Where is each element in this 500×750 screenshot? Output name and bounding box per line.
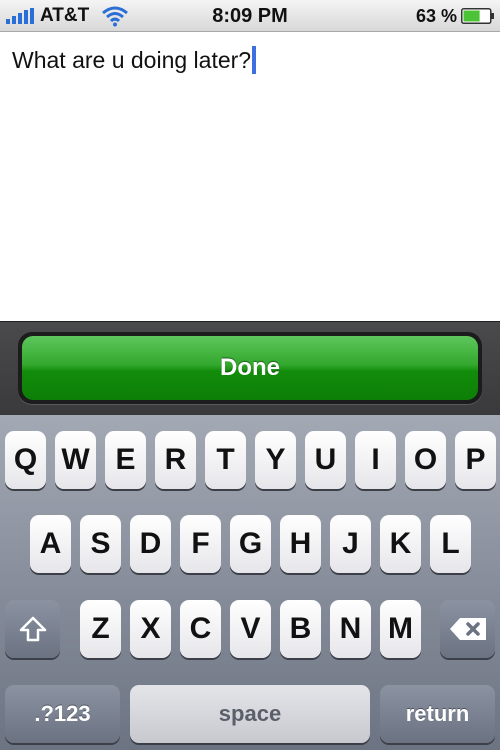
- key-a[interactable]: A: [30, 515, 71, 573]
- status-bar: AT&T 8:09 PM 63 %: [0, 0, 500, 32]
- key-i[interactable]: I: [355, 431, 396, 489]
- key-d[interactable]: D: [130, 515, 171, 573]
- key-f[interactable]: F: [180, 515, 221, 573]
- message-text-line: What are u doing later?: [12, 46, 257, 74]
- key-n[interactable]: N: [330, 600, 371, 658]
- return-key[interactable]: return: [380, 685, 495, 743]
- space-key[interactable]: space: [130, 685, 370, 743]
- key-j[interactable]: J: [330, 515, 371, 573]
- backspace-icon: [449, 618, 486, 640]
- key-m[interactable]: M: [380, 600, 421, 658]
- key-b[interactable]: B: [280, 600, 321, 658]
- key-y[interactable]: Y: [255, 431, 296, 489]
- key-l[interactable]: L: [430, 515, 471, 573]
- key-e[interactable]: E: [105, 431, 146, 489]
- message-text-area[interactable]: What are u doing later?: [0, 33, 500, 321]
- shift-arrow-icon: [19, 616, 46, 642]
- key-w[interactable]: W: [55, 431, 96, 489]
- key-c[interactable]: C: [180, 600, 221, 658]
- key-t[interactable]: T: [205, 431, 246, 489]
- done-button-label: Done: [22, 336, 478, 400]
- key-v[interactable]: V: [230, 600, 271, 658]
- key-q[interactable]: Q: [5, 431, 46, 489]
- key-z[interactable]: Z: [80, 600, 121, 658]
- message-text: What are u doing later?: [12, 46, 252, 73]
- done-bar: Done: [0, 321, 500, 415]
- numbers-key[interactable]: .?123: [5, 685, 120, 743]
- key-h[interactable]: H: [280, 515, 321, 573]
- text-cursor: [252, 46, 257, 74]
- battery-percentage: 63 %: [416, 6, 458, 26]
- keyboard: .?123 space return QWERTYUIOP ASDFGHJKL ZX…: [0, 415, 500, 750]
- key-p[interactable]: P: [455, 431, 496, 489]
- key-s[interactable]: S: [80, 515, 121, 573]
- key-r[interactable]: R: [155, 431, 196, 489]
- key-k[interactable]: K: [380, 515, 421, 573]
- key-g[interactable]: G: [230, 515, 271, 573]
- key-u[interactable]: U: [305, 431, 346, 489]
- key-x[interactable]: X: [130, 600, 171, 658]
- delete-key[interactable]: [440, 600, 495, 658]
- battery-icon: [461, 8, 494, 24]
- shift-key[interactable]: [5, 600, 60, 658]
- key-o[interactable]: O: [405, 431, 446, 489]
- done-button[interactable]: Done: [18, 332, 482, 404]
